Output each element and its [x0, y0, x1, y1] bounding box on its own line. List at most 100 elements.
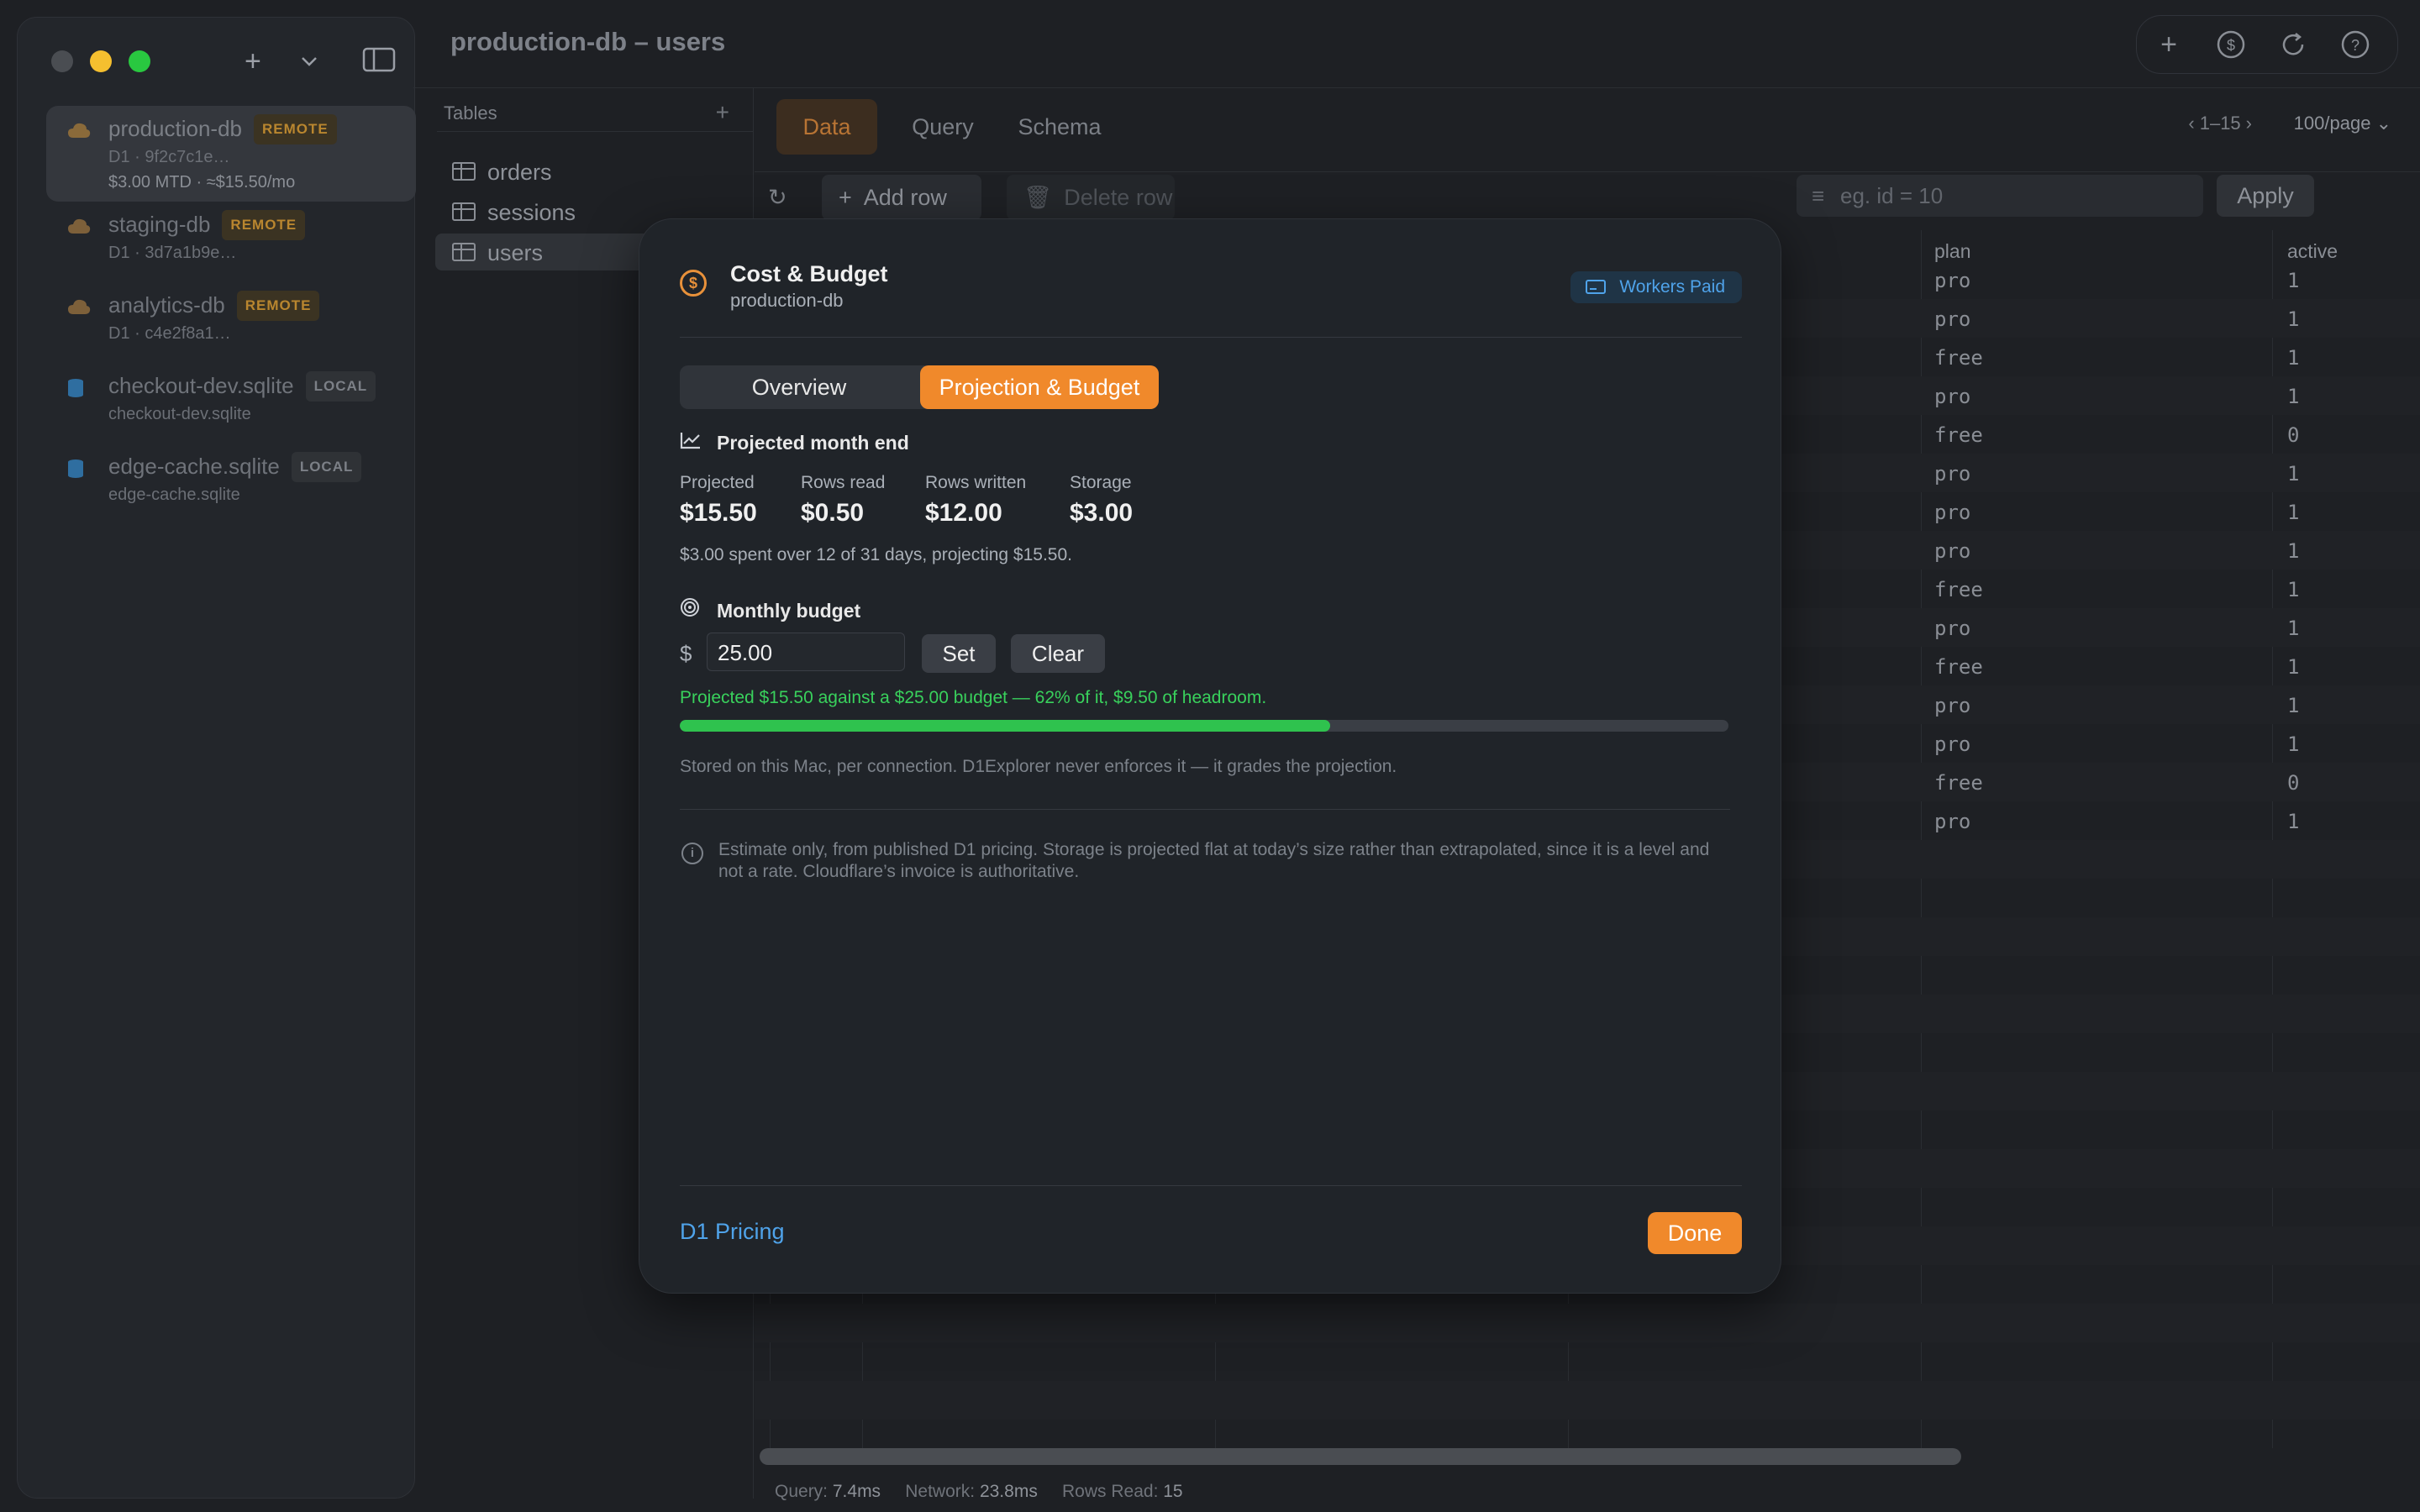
close-window-button[interactable] — [51, 50, 73, 72]
stat-label: Rows written — [925, 473, 1027, 492]
table-cell-active[interactable]: 1 — [2287, 346, 2299, 370]
database-cost: $3.00 MTD · ≈$15.50/mo — [108, 173, 296, 192]
database-icon — [68, 459, 83, 478]
table-cell-plan[interactable]: pro — [1934, 385, 1970, 408]
table-row[interactable] — [755, 1342, 2420, 1381]
table-cell-active[interactable]: 1 — [2287, 462, 2299, 486]
table-cell-active[interactable]: 1 — [2287, 694, 2299, 717]
table-item-orders[interactable]: orders — [435, 153, 746, 190]
chevron-right-icon[interactable]: › — [2246, 113, 2252, 134]
database-item-analytics-db[interactable]: analytics-db REMOTE D1 · c4e2f8a1… — [46, 282, 416, 363]
database-item-checkout-dev[interactable]: checkout-dev.sqlite LOCAL checkout-dev.sq… — [46, 363, 416, 444]
toolbar-divider — [755, 171, 2420, 172]
maximize-window-button[interactable] — [129, 50, 150, 72]
cloud-icon — [68, 123, 91, 138]
budget-input[interactable]: 25.00 — [707, 633, 905, 671]
window-title: production-db – users — [450, 27, 726, 56]
tab-projection-budget[interactable]: Projection & Budget — [920, 365, 1159, 409]
app-window: + production-db REMOTE D1 · 9f2c7c1e… $3.… — [0, 0, 2420, 1512]
table-cell-plan[interactable]: free — [1934, 655, 1983, 679]
table-cell-active[interactable]: 1 — [2287, 307, 2299, 331]
chevron-left-icon[interactable]: ‹ — [2188, 113, 2194, 134]
database-name: checkout-dev.sqlite — [108, 373, 294, 398]
table-cell-plan[interactable]: pro — [1934, 307, 1970, 331]
table-cell-plan[interactable]: pro — [1934, 694, 1970, 717]
table-cell-active[interactable]: 0 — [2287, 423, 2299, 447]
budget-progress-fill — [680, 720, 1330, 732]
dialog-footer-divider — [680, 1185, 1742, 1186]
budget-title: Monthly budget — [717, 600, 861, 622]
table-label: sessions — [487, 200, 576, 225]
database-item-production-db[interactable]: production-db REMOTE D1 · 9f2c7c1e… $3.00… — [46, 106, 416, 202]
tab-overview[interactable]: Overview — [680, 365, 918, 409]
table-cell-active[interactable]: 1 — [2287, 810, 2299, 833]
column-header-active[interactable]: active — [2287, 240, 2338, 263]
stat-rows-written: Rows written $12.00 — [925, 471, 1026, 532]
sidebar-toggle-icon[interactable] — [362, 46, 396, 81]
database-name: edge-cache.sqlite — [108, 454, 280, 479]
table-cell-plan[interactable]: pro — [1934, 462, 1970, 486]
database-file: checkout-dev.sqlite — [108, 405, 251, 423]
table-cell-active[interactable]: 1 — [2287, 269, 2299, 292]
done-button[interactable]: Done — [1648, 1212, 1742, 1254]
table-cell-active[interactable]: 1 — [2287, 655, 2299, 679]
table-row[interactable] — [755, 1381, 2420, 1420]
table-cell-plan[interactable]: pro — [1934, 501, 1970, 524]
refresh-icon[interactable]: ↻ — [768, 175, 787, 220]
trash-icon: 🗑 — [1023, 185, 1053, 210]
database-item-edge-cache[interactable]: edge-cache.sqlite LOCAL edge-cache.sqlite — [46, 444, 416, 524]
apply-button[interactable]: Apply — [2217, 175, 2314, 217]
table-row[interactable] — [755, 1304, 2420, 1342]
table-label: orders — [487, 160, 552, 185]
table-cell-active[interactable]: 1 — [2287, 539, 2299, 563]
tab-data[interactable]: Data — [776, 99, 877, 155]
card-icon — [1586, 280, 1607, 294]
per-page-select[interactable]: 100/page ⌄ — [2294, 113, 2391, 134]
dialog-divider — [680, 809, 1730, 810]
database-name: staging-db — [108, 212, 211, 237]
plus-icon[interactable]: + — [245, 45, 261, 78]
minimize-window-button[interactable] — [90, 50, 112, 72]
table-cell-active[interactable]: 1 — [2287, 617, 2299, 640]
table-cell-active[interactable]: 1 — [2287, 578, 2299, 601]
stat-value: $15.50 — [680, 499, 757, 527]
table-cell-plan[interactable]: pro — [1934, 269, 1970, 292]
chevron-down-icon[interactable] — [300, 48, 318, 81]
table-cell-active[interactable]: 0 — [2287, 771, 2299, 795]
table-cell-plan[interactable]: pro — [1934, 617, 1970, 640]
query-time-label: Query: — [775, 1482, 829, 1501]
pagination[interactable]: ‹ 1–15 › — [2188, 113, 2252, 134]
refresh-icon[interactable] — [2278, 29, 2308, 60]
horizontal-scrollbar[interactable] — [760, 1448, 1961, 1465]
table-cell-plan[interactable]: free — [1934, 423, 1983, 447]
delete-row-button[interactable]: 🗑 Delete row — [1007, 175, 1175, 220]
database-item-staging-db[interactable]: staging-db REMOTE D1 · 3d7a1b9e… — [46, 202, 416, 282]
delete-row-label: Delete row — [1064, 185, 1173, 210]
dollar-icon[interactable]: $ — [2216, 29, 2246, 60]
tab-query[interactable]: Query — [896, 99, 990, 155]
table-cell-active[interactable]: 1 — [2287, 501, 2299, 524]
add-table-button[interactable]: + — [716, 99, 729, 126]
filter-input[interactable]: ≡ eg. id = 10 — [1797, 175, 2203, 217]
table-cell-plan[interactable]: pro — [1934, 810, 1970, 833]
set-budget-button[interactable]: Set — [922, 634, 996, 673]
column-header-plan[interactable]: plan — [1934, 240, 1970, 263]
table-cell-plan[interactable]: free — [1934, 578, 1983, 601]
help-icon[interactable]: ? — [2340, 29, 2370, 60]
tab-schema[interactable]: Schema — [1005, 99, 1114, 155]
budget-status: Projected $15.50 against a $25.00 budget… — [680, 688, 1267, 707]
table-cell-plan[interactable]: pro — [1934, 732, 1970, 756]
database-id: D1 · 9f2c7c1e… — [108, 148, 230, 166]
clear-budget-button[interactable]: Clear — [1011, 634, 1105, 673]
d1-pricing-link[interactable]: D1 Pricing — [680, 1219, 785, 1245]
table-cell-plan[interactable]: free — [1934, 771, 1983, 795]
table-cell-plan[interactable]: pro — [1934, 539, 1970, 563]
table-cell-active[interactable]: 1 — [2287, 732, 2299, 756]
table-cell-plan[interactable]: free — [1934, 346, 1983, 370]
toolbar-actions: + $ ? — [2136, 15, 2398, 74]
filter-icon: ≡ — [1812, 183, 1825, 208]
plus-icon[interactable]: + — [2154, 29, 2184, 60]
add-row-button[interactable]: + Add row — [822, 175, 981, 220]
table-cell-active[interactable]: 1 — [2287, 385, 2299, 408]
dialog-title: Cost & Budget — [730, 261, 888, 286]
